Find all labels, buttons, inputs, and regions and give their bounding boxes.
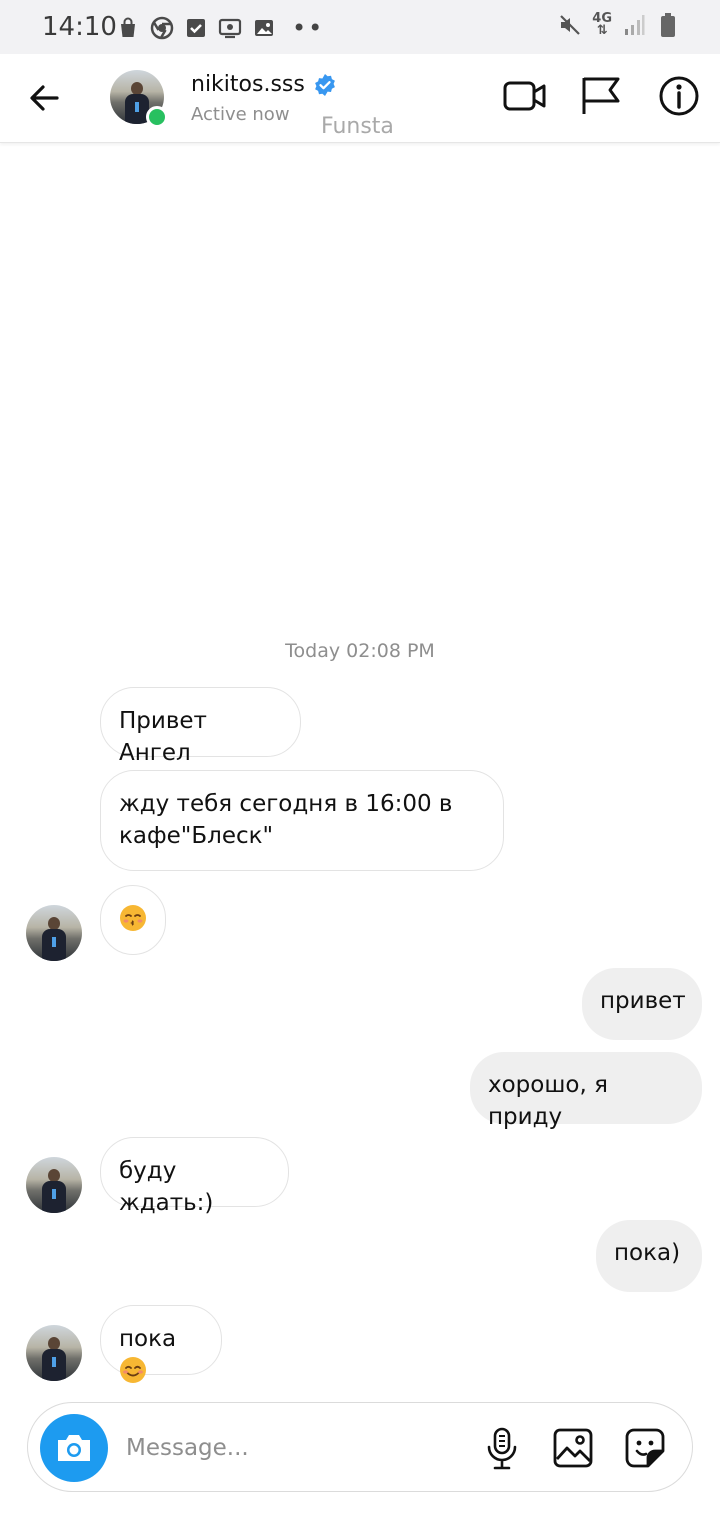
message-bubble-outgoing[interactable]: привет bbox=[582, 968, 702, 1040]
video-call-button[interactable] bbox=[502, 76, 548, 116]
shopping-bag-icon bbox=[116, 16, 140, 40]
status-time: 14:10 bbox=[42, 12, 117, 42]
video-camera-icon bbox=[503, 81, 546, 111]
verified-badge-icon bbox=[315, 74, 335, 96]
message-bubble-incoming[interactable]: Привет Ангел bbox=[100, 687, 301, 766]
microphone-icon bbox=[487, 1427, 517, 1470]
report-button[interactable] bbox=[578, 74, 622, 118]
message-text: хорошо, я приду bbox=[488, 1072, 608, 1130]
image-icon bbox=[252, 16, 276, 40]
mute-icon bbox=[558, 13, 582, 37]
message-text-line: кафе"Блеск" bbox=[119, 823, 274, 849]
active-status: Active now bbox=[191, 104, 290, 125]
notification-icons: •• bbox=[116, 14, 324, 42]
message-bubble-outgoing[interactable]: хорошо, я приду bbox=[470, 1052, 702, 1130]
message-bubble-outgoing[interactable]: пока) bbox=[596, 1220, 702, 1292]
sticker-icon bbox=[625, 1428, 665, 1468]
voice-message-button[interactable] bbox=[482, 1427, 522, 1471]
message-text: буду ждать:) bbox=[119, 1158, 214, 1216]
message-bubble-incoming[interactable]: буду ждать:) bbox=[100, 1137, 289, 1216]
chat-header: nikitos.sss Active now Funsta bbox=[0, 54, 720, 143]
sender-avatar[interactable] bbox=[26, 905, 82, 961]
message-text: пока) bbox=[614, 1240, 681, 1266]
flag-icon bbox=[582, 77, 620, 114]
message-input[interactable] bbox=[124, 1425, 458, 1471]
checkbox-icon bbox=[184, 16, 208, 40]
online-indicator bbox=[146, 106, 168, 128]
profile-avatar[interactable] bbox=[110, 70, 168, 128]
arrow-left-icon bbox=[30, 85, 59, 111]
gallery-button[interactable] bbox=[552, 1427, 594, 1469]
chrome-icon bbox=[150, 16, 174, 40]
message-text: привет bbox=[600, 988, 686, 1014]
info-button[interactable] bbox=[657, 74, 701, 118]
message-bubble-incoming[interactable] bbox=[100, 885, 166, 955]
username[interactable]: nikitos.sss bbox=[191, 72, 305, 97]
signal-icon bbox=[622, 13, 646, 37]
camera-button[interactable] bbox=[40, 1414, 108, 1482]
smiling-face-emoji-icon bbox=[120, 1357, 146, 1383]
kissing-face-emoji-icon bbox=[120, 905, 146, 931]
back-button[interactable] bbox=[24, 78, 64, 118]
battery-icon bbox=[656, 13, 680, 37]
sender-avatar[interactable] bbox=[26, 1325, 82, 1381]
message-timestamp: Today 02:08 PM bbox=[285, 640, 435, 662]
watermark-label: Funsta bbox=[321, 114, 394, 139]
network-type-icon: 4G ⇅ bbox=[592, 11, 612, 38]
info-icon bbox=[659, 76, 699, 116]
message-text: пока bbox=[119, 1326, 177, 1352]
camera-icon bbox=[58, 1435, 90, 1461]
more-notifications-icon: •• bbox=[292, 14, 325, 42]
message-text-line: жду тебя сегодня в 16:00 в bbox=[119, 791, 453, 817]
message-bubble-incoming[interactable]: жду тебя сегодня в 16:00 в кафе"Блеск" bbox=[100, 770, 504, 871]
message-composer bbox=[27, 1402, 693, 1492]
status-bar: 14:10 •• 4G ⇅ bbox=[0, 0, 720, 54]
message-bubble-incoming[interactable]: пока bbox=[100, 1305, 222, 1383]
system-icons: 4G ⇅ bbox=[558, 11, 680, 38]
photo-gallery-icon bbox=[553, 1428, 593, 1468]
sticker-button[interactable] bbox=[624, 1427, 666, 1469]
sender-avatar[interactable] bbox=[26, 1157, 82, 1213]
screen-recorder-icon bbox=[218, 16, 242, 40]
message-text: Привет Ангел bbox=[119, 708, 207, 766]
